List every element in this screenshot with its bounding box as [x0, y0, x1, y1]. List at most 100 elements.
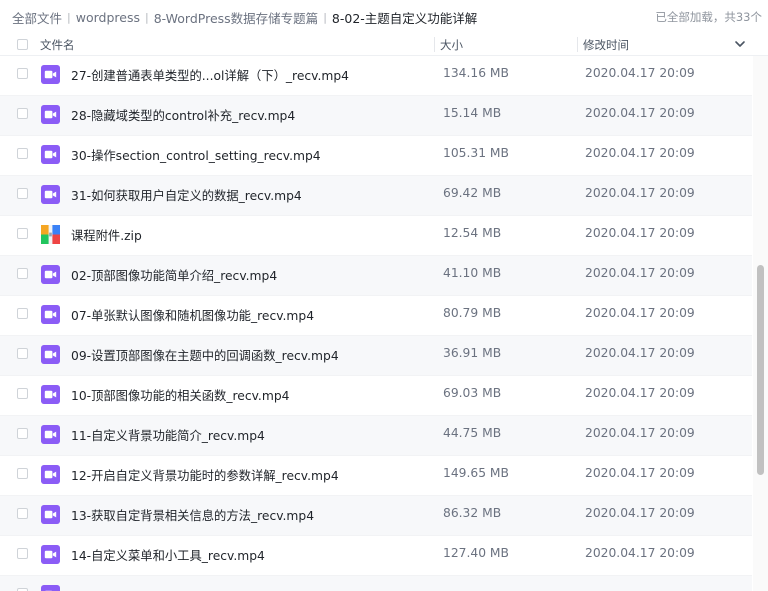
breadcrumb-wordpress[interactable]: wordpress: [76, 10, 140, 25]
file-name[interactable]: 13-获取自定背景相关信息的方法_recv.mp4: [71, 506, 314, 524]
file-row[interactable]: 07-单张默认图像和随机图像功能_recv.mp4 80.79 MB 2020.04…: [0, 296, 752, 336]
file-name[interactable]: 27-创建普通表单类型的...ol详解（下）_recv.mp4: [71, 66, 349, 84]
file-row[interactable]: 28-隐藏域类型的control补充_recv.mp4 15.14 MB 2020.…: [0, 96, 752, 136]
scrollbar-thumb[interactable]: [757, 265, 764, 475]
file-name[interactable]: 02-顶部图像功能简单介绍_recv.mp4: [71, 266, 277, 284]
file-name[interactable]: 12-开启自定义背景功能时的参数详解_recv.mp4: [71, 466, 339, 484]
video-file-icon: [41, 185, 60, 204]
file-size: 127.40 MB: [443, 546, 509, 560]
select-all-checkbox[interactable]: [17, 39, 28, 50]
row-checkbox[interactable]: [17, 308, 28, 319]
video-file-icon: [41, 585, 60, 591]
file-modified-time: 2020.04.17 20:09: [585, 506, 695, 520]
file-modified-time: 2020.04.17 20:09: [585, 106, 695, 120]
breadcrumb-topic[interactable]: 8-WordPress数据存储专题篇: [154, 8, 318, 27]
file-size: 86.32 MB: [443, 506, 502, 520]
file-size: 15.14 MB: [443, 106, 502, 120]
file-row[interactable]: 27-创建普通表单类型的...ol详解（下）_recv.mp4 134.16 MB…: [0, 56, 752, 96]
breadcrumb: 全部文件 | wordpress | 8-WordPress数据存储专题篇 | …: [0, 8, 477, 27]
column-header-time[interactable]: 修改时间: [583, 37, 629, 53]
chevron-down-icon[interactable]: [733, 37, 747, 51]
video-file-icon: [41, 145, 60, 164]
video-file-icon: [41, 305, 60, 324]
video-file-icon: [41, 465, 60, 484]
file-row[interactable]: 14-自定义菜单和小工具_recv.mp4 127.40 MB 2020.04.17…: [0, 536, 752, 576]
file-size: 41.10 MB: [443, 266, 502, 280]
row-checkbox[interactable]: [17, 548, 28, 559]
file-size: 36.91 MB: [443, 346, 502, 360]
file-size: 69.03 MB: [443, 386, 502, 400]
scrollbar[interactable]: [753, 56, 768, 591]
row-checkbox[interactable]: [17, 228, 28, 239]
file-modified-time: 2020.04.17 20:09: [585, 266, 695, 280]
file-modified-time: 2020.04.17 20:09: [585, 546, 695, 560]
column-header-size[interactable]: 大小: [440, 37, 463, 53]
breadcrumb-separator: |: [67, 10, 71, 24]
file-name[interactable]: 10-顶部图像功能的相关函数_recv.mp4: [71, 386, 289, 404]
breadcrumb-root[interactable]: 全部文件: [12, 8, 62, 27]
file-name[interactable]: 09-设置顶部图像在主题中的回调函数_recv.mp4: [71, 346, 339, 364]
file-modified-time: 2020.04.17 20:09: [585, 426, 695, 440]
file-list: 27-创建普通表单类型的...ol详解（下）_recv.mp4 134.16 MB…: [0, 56, 752, 591]
row-checkbox[interactable]: [17, 428, 28, 439]
file-row[interactable]: 09-设置顶部图像在主题中的回调函数_recv.mp4 36.91 MB 2020.…: [0, 336, 752, 376]
file-row[interactable]: 13-获取自定背景相关信息的方法_recv.mp4 86.32 MB 2020.04…: [0, 496, 752, 536]
file-name[interactable]: 30-操作section_control_setting_recv.mp4: [71, 146, 321, 164]
file-modified-time: 2020.04.17 20:09: [585, 386, 695, 400]
column-header-name[interactable]: 文件名: [40, 37, 75, 53]
top-bar: 全部文件 | wordpress | 8-WordPress数据存储专题篇 | …: [0, 0, 768, 34]
load-status: 已全部加载，共33个: [655, 10, 762, 24]
breadcrumb-separator: |: [144, 10, 149, 24]
row-checkbox[interactable]: [17, 348, 28, 359]
file-row[interactable]: 02-顶部图像功能简单介绍_recv.mp4 41.10 MB 2020.04.17…: [0, 256, 752, 296]
file-list-header: 文件名 大小 修改时间: [0, 34, 768, 56]
row-checkbox[interactable]: [17, 468, 28, 479]
file-name[interactable]: 课程附件.zip: [71, 226, 142, 244]
file-modified-time: 2020.04.17 20:09: [585, 346, 695, 360]
video-file-icon: [41, 65, 60, 84]
file-modified-time: 2020.04.17 20:09: [585, 226, 695, 240]
file-name[interactable]: 11-自定义背景功能简介_recv.mp4: [71, 426, 265, 444]
file-size: 149.65 MB: [443, 466, 509, 480]
file-name[interactable]: 31-如何获取用户自定义的数据_recv.mp4: [71, 186, 302, 204]
video-file-icon: [41, 105, 60, 124]
video-file-icon: [41, 425, 60, 444]
video-file-icon: [41, 265, 60, 284]
breadcrumb-current: 8-02-主题自定义功能详解: [331, 10, 478, 26]
breadcrumb-separator: |: [323, 10, 327, 24]
file-size: 12.54 MB: [443, 226, 502, 240]
column-divider[interactable]: [577, 37, 578, 52]
column-divider[interactable]: [434, 37, 435, 52]
row-checkbox[interactable]: [17, 188, 28, 199]
row-checkbox[interactable]: [17, 148, 28, 159]
file-size: 69.42 MB: [443, 186, 502, 200]
row-checkbox[interactable]: [17, 108, 28, 119]
video-file-icon: [41, 505, 60, 524]
zip-file-icon: [41, 225, 60, 244]
file-name[interactable]: 07-单张默认图像和随机图像功能_recv.mp4: [71, 306, 314, 324]
file-row[interactable]: 课程附件.zip 12.54 MB 2020.04.17 20:09: [0, 216, 752, 256]
file-modified-time: 2020.04.17 20:09: [585, 186, 695, 200]
row-checkbox[interactable]: [17, 68, 28, 79]
file-name[interactable]: 14-自定义菜单和小工具_recv.mp4: [71, 546, 265, 564]
file-size: 80.79 MB: [443, 306, 502, 320]
file-row[interactable]: 11-自定义背景功能简介_recv.mp4 44.75 MB 2020.04.17 …: [0, 416, 752, 456]
file-size: 134.16 MB: [443, 66, 509, 80]
file-row[interactable]: 12-开启自定义背景功能时的参数详解_recv.mp4 149.65 MB 2020…: [0, 456, 752, 496]
file-row[interactable]: [0, 576, 752, 591]
file-row[interactable]: 10-顶部图像功能的相关函数_recv.mp4 69.03 MB 2020.04.1…: [0, 376, 752, 416]
row-checkbox[interactable]: [17, 508, 28, 519]
row-checkbox[interactable]: [17, 268, 28, 279]
row-checkbox[interactable]: [17, 388, 28, 399]
video-file-icon: [41, 385, 60, 404]
file-modified-time: 2020.04.17 20:09: [585, 306, 695, 320]
file-modified-time: 2020.04.17 20:09: [585, 66, 695, 80]
file-name[interactable]: 28-隐藏域类型的control补充_recv.mp4: [71, 106, 295, 124]
file-modified-time: 2020.04.17 20:09: [585, 146, 695, 160]
file-modified-time: 2020.04.17 20:09: [585, 466, 695, 480]
file-row[interactable]: 30-操作section_control_setting_recv.mp4 105…: [0, 136, 752, 176]
file-row[interactable]: 31-如何获取用户自定义的数据_recv.mp4 69.42 MB 2020.04.…: [0, 176, 752, 216]
video-file-icon: [41, 545, 60, 564]
file-size: 44.75 MB: [443, 426, 502, 440]
file-size: 105.31 MB: [443, 146, 509, 160]
